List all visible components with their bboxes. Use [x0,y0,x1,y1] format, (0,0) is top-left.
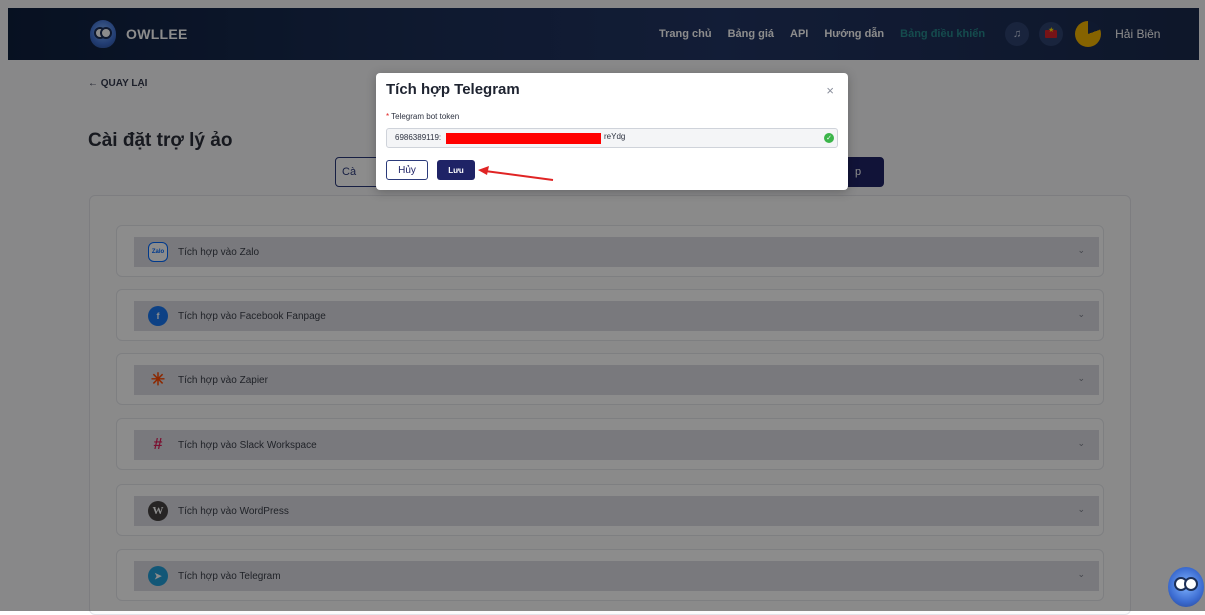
cancel-button[interactable]: Hủy [386,160,428,180]
chatbot-launcher-icon[interactable] [1168,567,1204,607]
annotation-arrow-icon [478,166,554,181]
save-button[interactable]: Lưu [437,160,475,180]
arrow-head [478,166,489,175]
modal-title: Tích hợp Telegram [386,81,520,98]
telegram-integration-modal: Tích hợp Telegram × * Telegram bot token … [376,73,848,190]
field-label: * Telegram bot token [386,112,459,121]
close-icon[interactable]: × [826,83,834,98]
field-label-text: Telegram bot token [391,112,460,121]
token-prefix: 6986389119: [395,133,442,142]
check-circle-icon: ✓ [824,133,834,143]
redaction-bar [446,133,601,144]
arrow-shaft [484,170,554,181]
token-suffix: reYdg [604,132,626,141]
required-mark: * [386,112,390,121]
